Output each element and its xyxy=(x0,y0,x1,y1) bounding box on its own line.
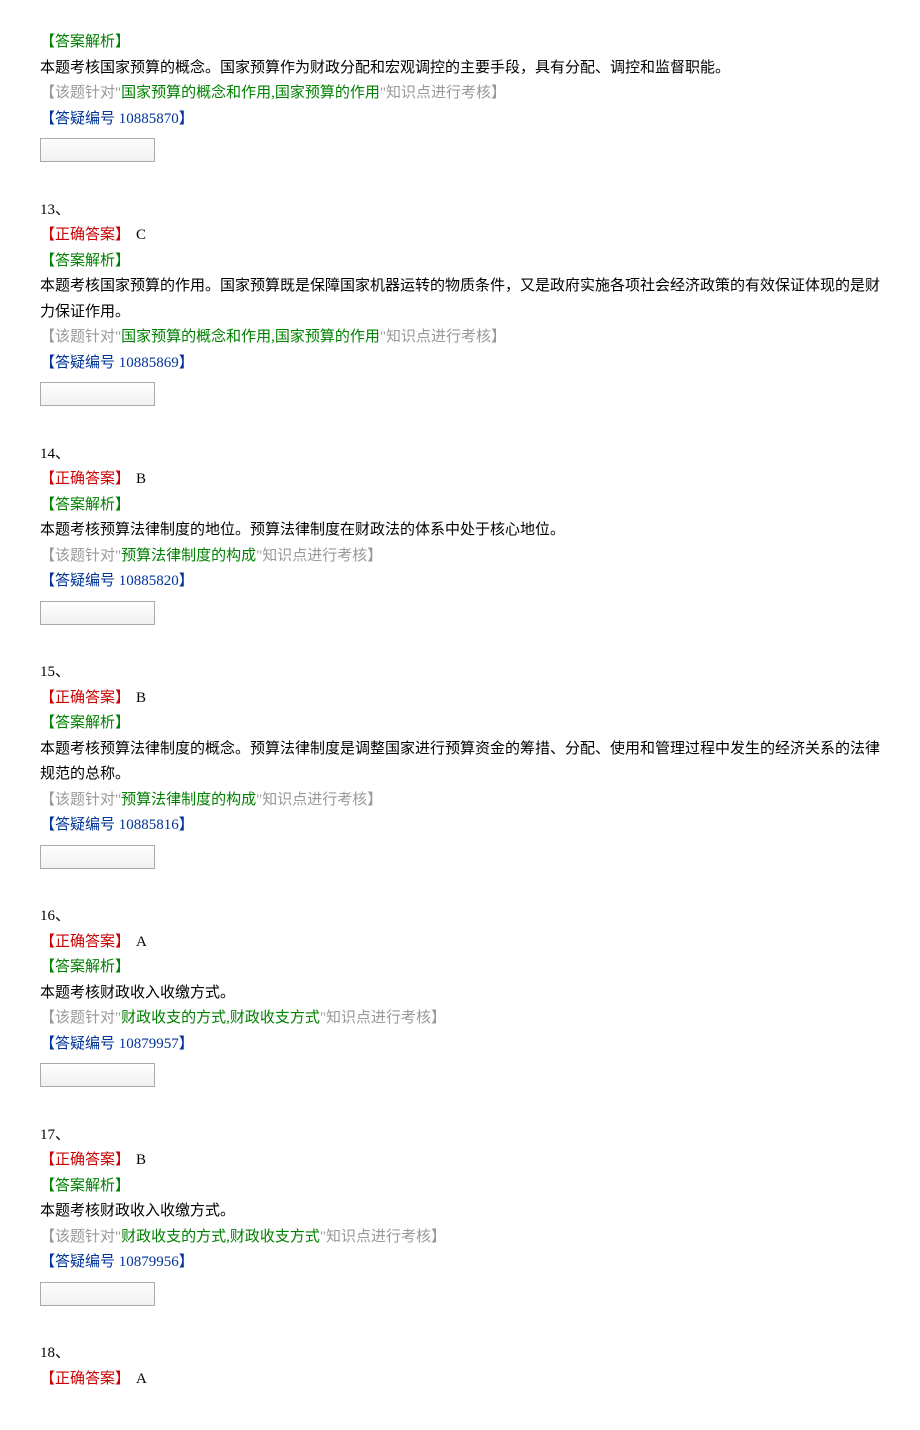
answer-block-15: 15、 【正确答案】B 【答案解析】 本题考核预算法律制度的概念。预算法律制度是… xyxy=(40,660,880,896)
correct-answer-line: 【正确答案】B xyxy=(40,467,880,493)
qa-number: 【答疑编号 10885820】 xyxy=(40,569,880,595)
question-number: 17、 xyxy=(40,1123,880,1149)
correct-answer-line: 【正确答案】A xyxy=(40,930,880,956)
qa-number: 【答疑编号 10885816】 xyxy=(40,813,880,839)
question-number: 15、 xyxy=(40,660,880,686)
answer-block-13: 13、 【正确答案】C 【答案解析】 本题考核国家预算的作用。国家预算既是保障国… xyxy=(40,198,880,434)
correct-answer-line: 【正确答案】A xyxy=(40,1367,880,1393)
qa-number: 【答疑编号 10885869】 xyxy=(40,351,880,377)
analysis-text: 本题考核预算法律制度的地位。预算法律制度在财政法的体系中处于核心地位。 xyxy=(40,518,880,544)
question-number: 18、 xyxy=(40,1341,880,1367)
qa-number: 【答疑编号 10879956】 xyxy=(40,1250,880,1276)
analysis-label: 【答案解析】 xyxy=(40,711,880,737)
analysis-label: 【答案解析】 xyxy=(40,1174,880,1200)
knowledge-point: 【该题针对"国家预算的概念和作用,国家预算的作用"知识点进行考核】 xyxy=(40,325,880,351)
answer-block-17: 17、 【正确答案】B 【答案解析】 本题考核财政收入收缴方式。 【该题针对"财… xyxy=(40,1123,880,1334)
analysis-label: 【答案解析】 xyxy=(40,493,880,519)
correct-answer-line: 【正确答案】B xyxy=(40,1148,880,1174)
placeholder-box xyxy=(40,382,155,406)
knowledge-point: 【该题针对"预算法律制度的构成"知识点进行考核】 xyxy=(40,788,880,814)
analysis-label: 【答案解析】 xyxy=(40,249,880,275)
knowledge-point: 【该题针对"财政收支的方式,财政收支方式"知识点进行考核】 xyxy=(40,1225,880,1251)
question-number: 14、 xyxy=(40,442,880,468)
placeholder-box xyxy=(40,1063,155,1087)
answer-block-18: 18、 【正确答案】A xyxy=(40,1341,880,1392)
analysis-text: 本题考核财政收入收缴方式。 xyxy=(40,981,880,1007)
knowledge-point: 【该题针对"财政收支的方式,财政收支方式"知识点进行考核】 xyxy=(40,1006,880,1032)
analysis-label: 【答案解析】 xyxy=(40,955,880,981)
analysis-text: 本题考核国家预算的概念。国家预算作为财政分配和宏观调控的主要手段，具有分配、调控… xyxy=(40,56,880,82)
answer-block-16: 16、 【正确答案】A 【答案解析】 本题考核财政收入收缴方式。 【该题针对"财… xyxy=(40,904,880,1115)
placeholder-box xyxy=(40,138,155,162)
knowledge-point: 【该题针对"预算法律制度的构成"知识点进行考核】 xyxy=(40,544,880,570)
analysis-text: 本题考核预算法律制度的概念。预算法律制度是调整国家进行预算资金的筹措、分配、使用… xyxy=(40,737,880,788)
analysis-text: 本题考核财政收入收缴方式。 xyxy=(40,1199,880,1225)
correct-answer-line: 【正确答案】B xyxy=(40,686,880,712)
analysis-label: 【答案解析】 xyxy=(40,30,880,56)
question-number: 13、 xyxy=(40,198,880,224)
placeholder-box xyxy=(40,601,155,625)
answer-block-12: 【答案解析】 本题考核国家预算的概念。国家预算作为财政分配和宏观调控的主要手段，… xyxy=(40,30,880,190)
qa-number: 【答疑编号 10879957】 xyxy=(40,1032,880,1058)
knowledge-point: 【该题针对"国家预算的概念和作用,国家预算的作用"知识点进行考核】 xyxy=(40,81,880,107)
qa-number: 【答疑编号 10885870】 xyxy=(40,107,880,133)
answer-block-14: 14、 【正确答案】B 【答案解析】 本题考核预算法律制度的地位。预算法律制度在… xyxy=(40,442,880,653)
question-number: 16、 xyxy=(40,904,880,930)
correct-answer-line: 【正确答案】C xyxy=(40,223,880,249)
analysis-text: 本题考核国家预算的作用。国家预算既是保障国家机器运转的物质条件，又是政府实施各项… xyxy=(40,274,880,325)
placeholder-box xyxy=(40,845,155,869)
